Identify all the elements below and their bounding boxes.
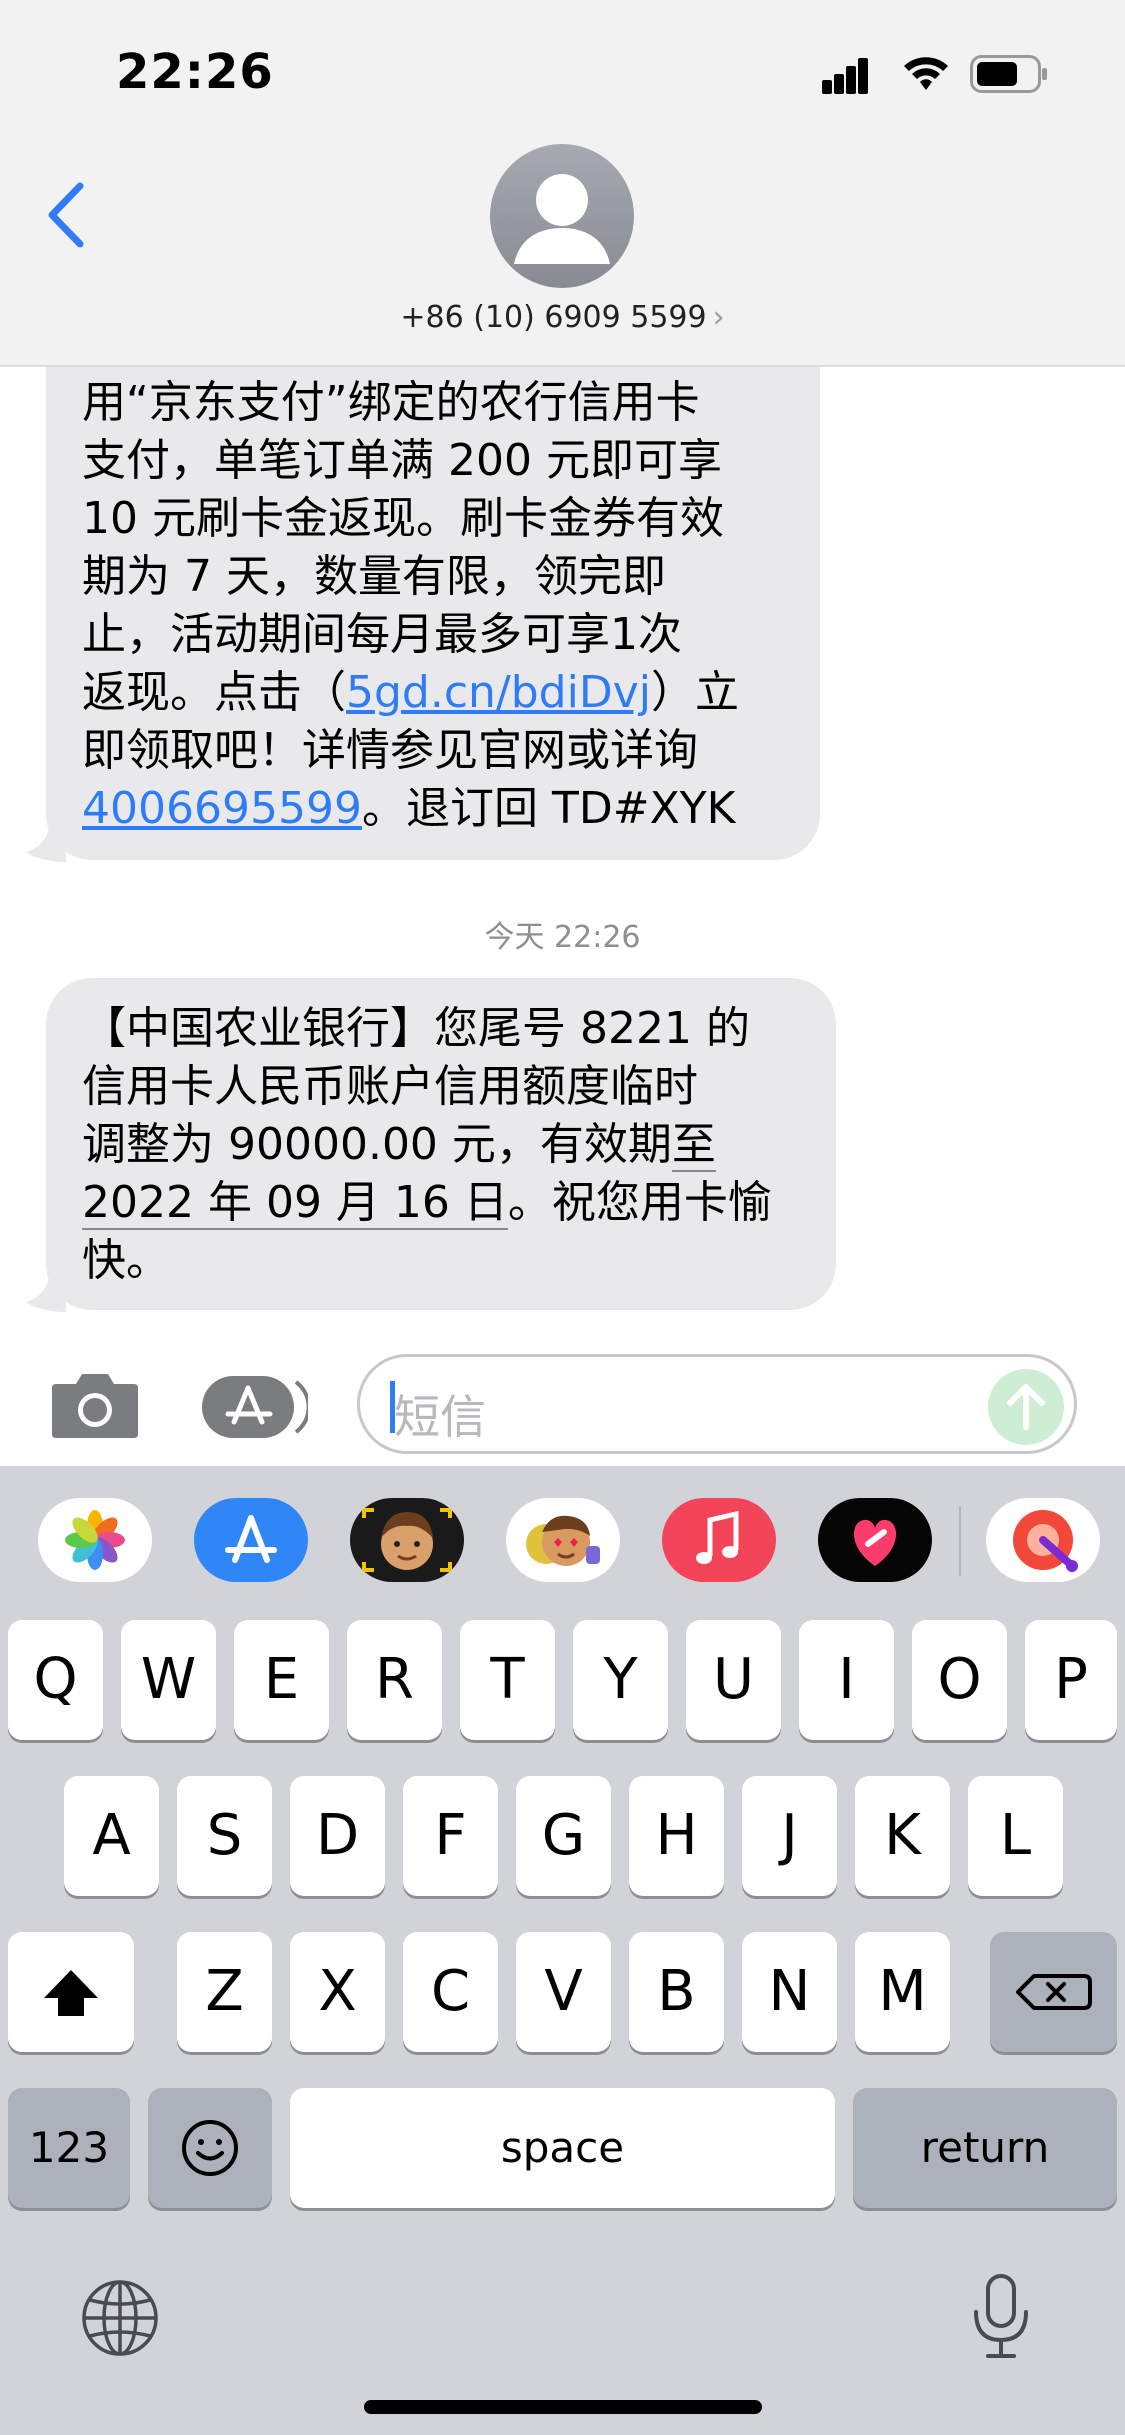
message-input[interactable]: 短信 bbox=[357, 1354, 1077, 1454]
backspace-icon bbox=[1016, 1974, 1092, 2010]
key-w[interactable]: W bbox=[121, 1620, 216, 1740]
message-line: 快。 bbox=[82, 1235, 170, 1286]
message-line: 用“京东支付”绑定的农行信用卡 bbox=[82, 377, 700, 428]
photos-icon[interactable] bbox=[38, 1498, 152, 1582]
key-v[interactable]: V bbox=[516, 1932, 611, 2052]
emoji-key[interactable] bbox=[148, 2088, 272, 2208]
camera-icon[interactable] bbox=[50, 1368, 140, 1440]
key-t[interactable]: T bbox=[460, 1620, 555, 1740]
key-l[interactable]: L bbox=[968, 1776, 1063, 1896]
message-text: 。退订回 TD#XYK bbox=[361, 783, 736, 834]
message-timestamp: 今天 22:26 bbox=[484, 920, 641, 955]
phone-link[interactable]: 4006695599 bbox=[82, 783, 362, 834]
key-y[interactable]: Y bbox=[573, 1620, 668, 1740]
url-link[interactable]: 5gd.cn/bdiDvj bbox=[346, 667, 651, 718]
key-j[interactable]: J bbox=[742, 1776, 837, 1896]
key-n[interactable]: N bbox=[742, 1932, 837, 2052]
bubble-tail bbox=[26, 822, 66, 862]
person-silhouette-icon bbox=[514, 174, 610, 264]
microphone-icon[interactable] bbox=[968, 2272, 1034, 2362]
key-s[interactable]: S bbox=[177, 1776, 272, 1896]
key-k[interactable]: K bbox=[855, 1776, 950, 1896]
message-line: 【中国农业银行】您尾号 8221 的 bbox=[82, 1003, 750, 1054]
space-key[interactable]: space bbox=[290, 2088, 835, 2208]
app-store-apps-icon[interactable] bbox=[200, 1372, 308, 1442]
message-line: 信用卡人民币账户信用额度临时 bbox=[82, 1061, 698, 1112]
key-q[interactable]: Q bbox=[8, 1620, 103, 1740]
back-chevron-icon[interactable] bbox=[44, 180, 94, 250]
return-key[interactable]: return bbox=[853, 2088, 1117, 2208]
date-detected-text[interactable]: 2022 年 09 月 16 日 bbox=[82, 1177, 508, 1230]
key-x[interactable]: X bbox=[290, 1932, 385, 2052]
globe-icon[interactable] bbox=[80, 2278, 160, 2358]
message-text: 返现。点击（ bbox=[82, 667, 346, 718]
key-a[interactable]: A bbox=[64, 1776, 159, 1896]
app-icon[interactable] bbox=[986, 1498, 1100, 1582]
message-line: 支付，单笔订单满 200 元即可享 bbox=[82, 435, 722, 486]
arrow-up-icon bbox=[1007, 1384, 1045, 1430]
numbers-key[interactable]: 123 bbox=[8, 2088, 130, 2208]
music-icon[interactable] bbox=[662, 1498, 776, 1582]
key-g[interactable]: G bbox=[516, 1776, 611, 1896]
key-c[interactable]: C bbox=[403, 1932, 498, 2052]
contact-avatar[interactable] bbox=[490, 144, 634, 288]
status-time: 22:26 bbox=[116, 44, 274, 100]
imessage-app-strip bbox=[0, 1466, 1125, 1616]
message-bubble-received[interactable]: 【中国农业银行】您尾号 8221 的 信用卡人民币账户信用额度临时 调整为 90… bbox=[46, 978, 836, 1310]
date-detected-text[interactable]: 至 bbox=[671, 1119, 716, 1172]
memoji-icon[interactable] bbox=[350, 1498, 464, 1582]
message-line: 4006695599。退订回 TD#XYK bbox=[82, 780, 784, 838]
shift-key[interactable] bbox=[8, 1932, 134, 2052]
message-text: ）立 bbox=[650, 667, 739, 718]
key-d[interactable]: D bbox=[290, 1776, 385, 1896]
key-h[interactable]: H bbox=[629, 1776, 724, 1896]
message-line: 期为 7 天，数量有限，领完即 bbox=[82, 551, 666, 602]
emoji-smiley-icon bbox=[182, 2120, 238, 2176]
keyboard: Q W E R T Y U I O P A S D F G H J K L Z … bbox=[0, 1466, 1125, 2435]
message-text: 调整为 90000.00 元，有效期 bbox=[82, 1119, 672, 1170]
key-e[interactable]: E bbox=[234, 1620, 329, 1740]
conversation-header: 22:26 +86 (10) 6909 5599 › bbox=[0, 0, 1125, 367]
send-button[interactable] bbox=[988, 1369, 1064, 1445]
wifi-icon bbox=[904, 57, 948, 90]
input-placeholder: 短信 bbox=[394, 1390, 486, 1444]
message-bubble-received[interactable]: 用“京东支付”绑定的农行信用卡 支付，单笔订单满 200 元即可享 10 元刷卡… bbox=[46, 300, 820, 860]
key-m[interactable]: M bbox=[855, 1932, 950, 2052]
strip-divider bbox=[959, 1506, 961, 1576]
shift-arrow-icon bbox=[44, 1970, 98, 2016]
contact-name[interactable]: +86 (10) 6909 5599 › bbox=[0, 300, 1125, 335]
chevron-right-icon: › bbox=[712, 300, 725, 335]
key-p[interactable]: P bbox=[1025, 1620, 1117, 1740]
message-line: 2022 年 09 月 16 日。祝您用卡愉 bbox=[82, 1174, 800, 1232]
key-b[interactable]: B bbox=[629, 1932, 724, 2052]
message-line: 调整为 90000.00 元，有效期至 bbox=[82, 1116, 800, 1174]
digital-touch-icon[interactable] bbox=[818, 1498, 932, 1582]
key-u[interactable]: U bbox=[686, 1620, 781, 1740]
key-r[interactable]: R bbox=[347, 1620, 442, 1740]
message-line: 返现。点击（5gd.cn/bdiDvj）立 bbox=[82, 664, 784, 722]
message-line: 10 元刷卡金返现。刷卡金券有效 bbox=[82, 493, 724, 544]
battery-icon bbox=[970, 55, 1047, 93]
bubble-tail bbox=[26, 1272, 66, 1312]
delete-key[interactable] bbox=[990, 1932, 1117, 2052]
key-o[interactable]: O bbox=[912, 1620, 1007, 1740]
cellular-signal-icon bbox=[822, 58, 878, 94]
message-line: 即领取吧！详情参见官网或详询 bbox=[82, 725, 698, 776]
animoji-stickers-icon[interactable] bbox=[506, 1498, 620, 1582]
home-indicator[interactable] bbox=[364, 2400, 762, 2414]
key-f[interactable]: F bbox=[403, 1776, 498, 1896]
contact-number: +86 (10) 6909 5599 bbox=[400, 300, 707, 335]
key-i[interactable]: I bbox=[799, 1620, 894, 1740]
message-line: 止，活动期间每月最多可享1次 bbox=[82, 609, 682, 660]
key-z[interactable]: Z bbox=[177, 1932, 272, 2052]
app-store-icon[interactable] bbox=[194, 1498, 308, 1582]
message-text: 。祝您用卡愉 bbox=[507, 1177, 772, 1228]
